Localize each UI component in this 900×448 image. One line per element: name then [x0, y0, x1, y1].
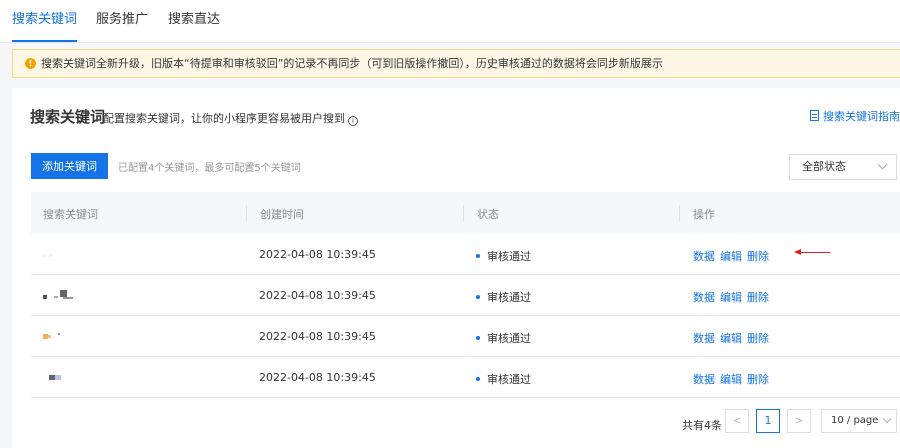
status-dot-icon: [476, 295, 480, 299]
created-time-cell: 2022-04-08 10:39:45: [259, 248, 376, 261]
redacted-keyword: [43, 290, 73, 299]
delete-link[interactable]: 删除: [747, 330, 769, 346]
edit-link[interactable]: 编辑: [720, 248, 742, 264]
header-keyword: 搜索关键词: [43, 208, 98, 221]
pagination-total: 共有4条: [682, 419, 722, 432]
status-cell: 审核通过: [476, 289, 531, 305]
page-size-value: 10 / page: [831, 415, 879, 426]
keyword-guide-link[interactable]: 搜索关键词指南: [810, 108, 900, 124]
tab-service-promotion[interactable]: 服务推广: [96, 12, 148, 28]
redacted-keyword: [43, 254, 52, 257]
status-text: 审核通过: [487, 332, 531, 345]
chevron-down-icon: [877, 159, 888, 170]
column-divider: [463, 205, 464, 221]
status-cell: 审核通过: [476, 330, 531, 346]
column-divider: [679, 205, 680, 221]
page-number-button[interactable]: 1: [756, 409, 780, 433]
table-row: 2022-04-08 10:39:45 审核通过 数据 编辑 删除: [31, 275, 900, 316]
delete-link[interactable]: 删除: [747, 289, 769, 305]
panel-subtitle-text: 配置搜索关键词，让你的小程序更容易被用户搜到: [103, 112, 345, 125]
table-header: 搜索关键词 创建时间 状态 操作: [31, 192, 900, 234]
data-link[interactable]: 数据: [693, 289, 715, 305]
created-time-cell: 2022-04-08 10:39:45: [259, 289, 376, 302]
created-time-cell: 2022-04-08 10:39:45: [259, 330, 376, 343]
edit-link[interactable]: 编辑: [720, 289, 742, 305]
redacted-keyword: [49, 375, 61, 380]
status-filter-select[interactable]: 全部状态: [789, 154, 897, 180]
delete-link[interactable]: 删除: [747, 248, 769, 264]
panel-title: 搜索关键词: [30, 108, 106, 126]
delete-link[interactable]: 删除: [747, 371, 769, 387]
tab-search-keywords[interactable]: 搜索关键词: [12, 12, 78, 42]
edit-link[interactable]: 编辑: [720, 330, 742, 346]
panel-subtitle: 配置搜索关键词，让你的小程序更容易被用户搜到 i: [103, 110, 358, 126]
keyword-quota-hint: 已配置4个关键词，最多可配置5个关键词: [118, 163, 301, 174]
upgrade-notice: ! 搜索关键词全新升级，旧版本“待提审和审核驳回”的记录不再同步（可到旧版操作撤…: [12, 49, 900, 78]
status-text: 审核通过: [487, 291, 531, 304]
document-icon: [810, 110, 819, 121]
info-icon[interactable]: i: [348, 116, 358, 126]
status-dot-icon: [476, 254, 480, 258]
table-row: 2022-04-08 10:39:45 审核通过 数据 编辑 删除: [31, 234, 900, 275]
redacted-keyword: [43, 333, 60, 339]
edit-link[interactable]: 编辑: [720, 371, 742, 387]
status-dot-icon: [476, 377, 480, 381]
header-created-time: 创建时间: [260, 208, 304, 221]
status-text: 审核通过: [487, 373, 531, 386]
tab-search-direct[interactable]: 搜索直达: [168, 12, 220, 28]
table-row: 2022-04-08 10:39:45 审核通过 数据 编辑 删除: [31, 316, 900, 357]
status-text: 审核通过: [487, 250, 531, 263]
header-status: 状态: [477, 208, 499, 221]
notice-text: 搜索关键词全新升级，旧版本“待提审和审核驳回”的记录不再同步（可到旧版操作撤回）…: [41, 57, 663, 70]
column-divider: [246, 205, 247, 221]
page-size-select[interactable]: 10 / page: [821, 409, 897, 433]
data-link[interactable]: 数据: [693, 371, 715, 387]
keywords-panel: 搜索关键词 配置搜索关键词，让你的小程序更容易被用户搜到 i 搜索关键词指南 添加…: [12, 88, 900, 448]
data-link[interactable]: 数据: [693, 330, 715, 346]
chevron-down-icon: [882, 414, 892, 424]
status-dot-icon: [476, 336, 480, 340]
status-filter-value: 全部状态: [802, 160, 846, 173]
header-actions: 操作: [693, 208, 715, 221]
warning-icon: !: [25, 58, 36, 69]
top-nav: 搜索关键词 服务推广 搜索直达: [0, 0, 900, 43]
data-link[interactable]: 数据: [693, 248, 715, 264]
table-row: 2022-04-08 10:39:45 审核通过 数据 编辑 删除: [31, 357, 900, 398]
next-page-button[interactable]: >: [787, 409, 811, 433]
add-keyword-button[interactable]: 添加关键词: [31, 153, 108, 179]
created-time-cell: 2022-04-08 10:39:45: [259, 371, 376, 384]
red-arrow-annotation: [794, 249, 830, 255]
status-cell: 审核通过: [476, 371, 531, 387]
keyword-guide-label: 搜索关键词指南: [823, 110, 900, 123]
status-cell: 审核通过: [476, 248, 531, 264]
prev-page-button[interactable]: <: [725, 409, 749, 433]
